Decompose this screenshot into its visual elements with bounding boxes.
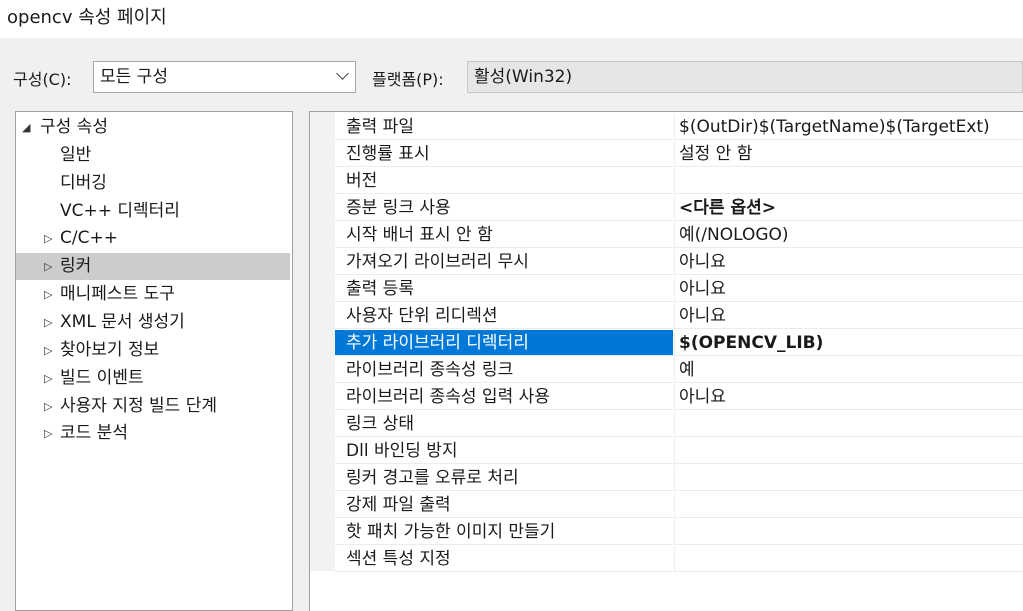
platform-value: 활성(Win32) [474, 67, 573, 87]
property-row[interactable]: 가져오기 라이브러리 무시 아니요 [335, 249, 1023, 276]
property-name[interactable]: 링커 경고를 오류로 처리 [335, 465, 673, 491]
platform-label: 플랫폼(P): [372, 70, 444, 89]
tree-item[interactable]: ▷ 코드 분석 [16, 420, 290, 447]
tree-item[interactable]: ▷ 사용자 지정 빌드 단계 [16, 393, 290, 420]
property-row[interactable]: 출력 등록 아니요 [335, 276, 1023, 303]
tree-item-label: 링커 [60, 256, 92, 277]
collapsed-arrow-icon[interactable]: ▷ [44, 281, 52, 308]
property-name[interactable]: 라이브러리 종속성 입력 사용 [335, 384, 673, 410]
property-value[interactable] [674, 492, 1023, 518]
property-row[interactable]: 강제 파일 출력 [335, 492, 1023, 519]
collapsed-arrow-icon[interactable]: ▷ [44, 420, 52, 447]
property-row[interactable]: 시작 배너 표시 안 함 예(/NOLOGO) [335, 222, 1023, 249]
tree-item-label: 사용자 지정 빌드 단계 [60, 395, 217, 416]
property-value[interactable]: 아니요 [674, 384, 1023, 410]
property-name[interactable]: 시작 배너 표시 안 함 [335, 222, 673, 248]
configuration-value: 모든 구성 [100, 67, 168, 87]
property-name[interactable]: 가져오기 라이브러리 무시 [335, 249, 673, 275]
chevron-down-icon[interactable] [336, 67, 349, 80]
property-value[interactable] [674, 546, 1023, 572]
property-row[interactable]: 라이브러리 종속성 입력 사용 아니요 [335, 384, 1023, 411]
property-name[interactable]: 핫 패치 가능한 이미지 만들기 [335, 519, 673, 545]
property-name[interactable]: 라이브러리 종속성 링크 [335, 357, 673, 383]
property-name[interactable]: 섹션 특성 지정 [335, 546, 673, 572]
property-value[interactable] [674, 168, 1023, 194]
property-tree[interactable]: ◢ 구성 속성일반디버깅 VC++ 디렉터리 ▷ C/C++ ▷ 링커 ▷ 매니페스트 도구 ▷ X… [15, 111, 293, 611]
tree-item-label: 찾아보기 정보 [60, 339, 160, 360]
property-row[interactable]: 출력 파일 $(OutDir)$(TargetName)$(TargetExt) [335, 114, 1023, 141]
tree-item[interactable]: VC++ 디렉터리 [16, 198, 290, 225]
property-row[interactable]: 라이브러리 종속성 링크 예 [335, 357, 1023, 384]
tree-item[interactable]: ▷ 찾아보기 정보 [16, 337, 290, 364]
property-name[interactable]: 출력 등록 [335, 276, 673, 302]
property-value[interactable]: 아니요 [674, 276, 1023, 302]
property-value[interactable]: 아니요 [674, 249, 1023, 275]
property-value[interactable] [674, 465, 1023, 491]
tree-item[interactable]: ▷ 링커 [16, 253, 290, 281]
property-value[interactable] [674, 411, 1023, 437]
configuration-bar: 구성(C): 모든 구성 플랫폼(P): 활성(Win32) [0, 56, 1023, 102]
property-row[interactable]: 링커 경고를 오류로 처리 [335, 465, 1023, 492]
property-row[interactable]: 버전 [335, 168, 1023, 195]
tree-item[interactable]: 디버깅 [16, 170, 290, 197]
tree-item[interactable]: 일반 [16, 142, 290, 169]
tree-item-label: 빌드 이벤트 [60, 367, 144, 388]
property-name[interactable]: 링크 상태 [335, 411, 673, 437]
collapsed-arrow-icon[interactable]: ▷ [44, 253, 52, 280]
property-row[interactable]: 섹션 특성 지정 [335, 546, 1023, 573]
collapsed-arrow-icon[interactable]: ▷ [44, 365, 52, 392]
property-name[interactable]: Dll 바인딩 방지 [335, 438, 673, 464]
tree-item-label: VC++ 디렉터리 [60, 200, 180, 221]
property-value[interactable]: <다른 옵션> [674, 195, 1023, 221]
property-value[interactable]: 아니요 [674, 303, 1023, 329]
property-row[interactable]: 핫 패치 가능한 이미지 만들기 [335, 519, 1023, 546]
collapsed-arrow-icon[interactable]: ▷ [44, 225, 52, 252]
tree-item[interactable]: ◢ 구성 속성 [16, 114, 290, 141]
window-title: opencv 속성 페이지 [0, 0, 1023, 38]
property-row[interactable]: 증분 링크 사용 <다른 옵션> [335, 195, 1023, 222]
tree-item[interactable]: ▷ 매니페스트 도구 [16, 281, 290, 308]
property-value[interactable] [674, 519, 1023, 545]
property-name[interactable]: 출력 파일 [335, 114, 673, 140]
tree-item[interactable]: ▷ 빌드 이벤트 [16, 365, 290, 392]
property-row[interactable]: 추가 라이브러리 디렉터리 $(OPENCV_LIB) [335, 330, 1023, 357]
property-name[interactable]: 추가 라이브러리 디렉터리 [335, 330, 673, 356]
tree-item-label: 코드 분석 [60, 423, 128, 444]
tree-item-label: XML 문서 생성기 [60, 311, 185, 332]
property-value[interactable]: $(OutDir)$(TargetName)$(TargetExt) [674, 114, 1023, 140]
platform-dropdown: 활성(Win32) [467, 61, 1023, 93]
property-value[interactable]: $(OPENCV_LIB) [674, 330, 1023, 356]
property-value[interactable]: 예(/NOLOGO) [674, 222, 1023, 248]
property-name[interactable]: 진행률 표시 [335, 141, 673, 167]
configuration-label: 구성(C): [13, 70, 72, 89]
collapsed-arrow-icon[interactable]: ▷ [44, 337, 52, 364]
property-row[interactable]: Dll 바인딩 방지 [335, 438, 1023, 465]
tree-item[interactable]: ▷ XML 문서 생성기 [16, 309, 290, 336]
grid-gutter [310, 112, 335, 571]
property-row[interactable]: 사용자 단위 리디렉션 아니요 [335, 303, 1023, 330]
tree-item-label: 구성 속성 [40, 117, 108, 137]
property-name[interactable]: 버전 [335, 168, 673, 194]
configuration-dropdown[interactable]: 모든 구성 [93, 61, 356, 93]
property-name[interactable]: 증분 링크 사용 [335, 195, 673, 221]
property-value[interactable]: 설정 안 함 [674, 141, 1023, 167]
tree-item-label: C/C++ [60, 228, 118, 249]
property-grid[interactable]: 출력 파일 $(OutDir)$(TargetName)$(TargetExt) 진… [309, 111, 1023, 611]
collapsed-arrow-icon[interactable]: ▷ [44, 309, 52, 336]
tree-item[interactable]: ▷ C/C++ [16, 225, 290, 252]
expanded-arrow-icon[interactable]: ◢ [22, 114, 30, 141]
property-row[interactable]: 링크 상태 [335, 411, 1023, 438]
tree-item-label: 디버깅 [60, 172, 107, 193]
tree-item-label: 일반 [60, 144, 92, 165]
property-value[interactable]: 예 [674, 357, 1023, 383]
tree-item-label: 매니페스트 도구 [60, 284, 175, 305]
property-name[interactable]: 사용자 단위 리디렉션 [335, 303, 673, 329]
property-value[interactable] [674, 438, 1023, 464]
property-name[interactable]: 강제 파일 출력 [335, 492, 673, 518]
property-row[interactable]: 진행률 표시 설정 안 함 [335, 141, 1023, 168]
collapsed-arrow-icon[interactable]: ▷ [44, 393, 52, 420]
